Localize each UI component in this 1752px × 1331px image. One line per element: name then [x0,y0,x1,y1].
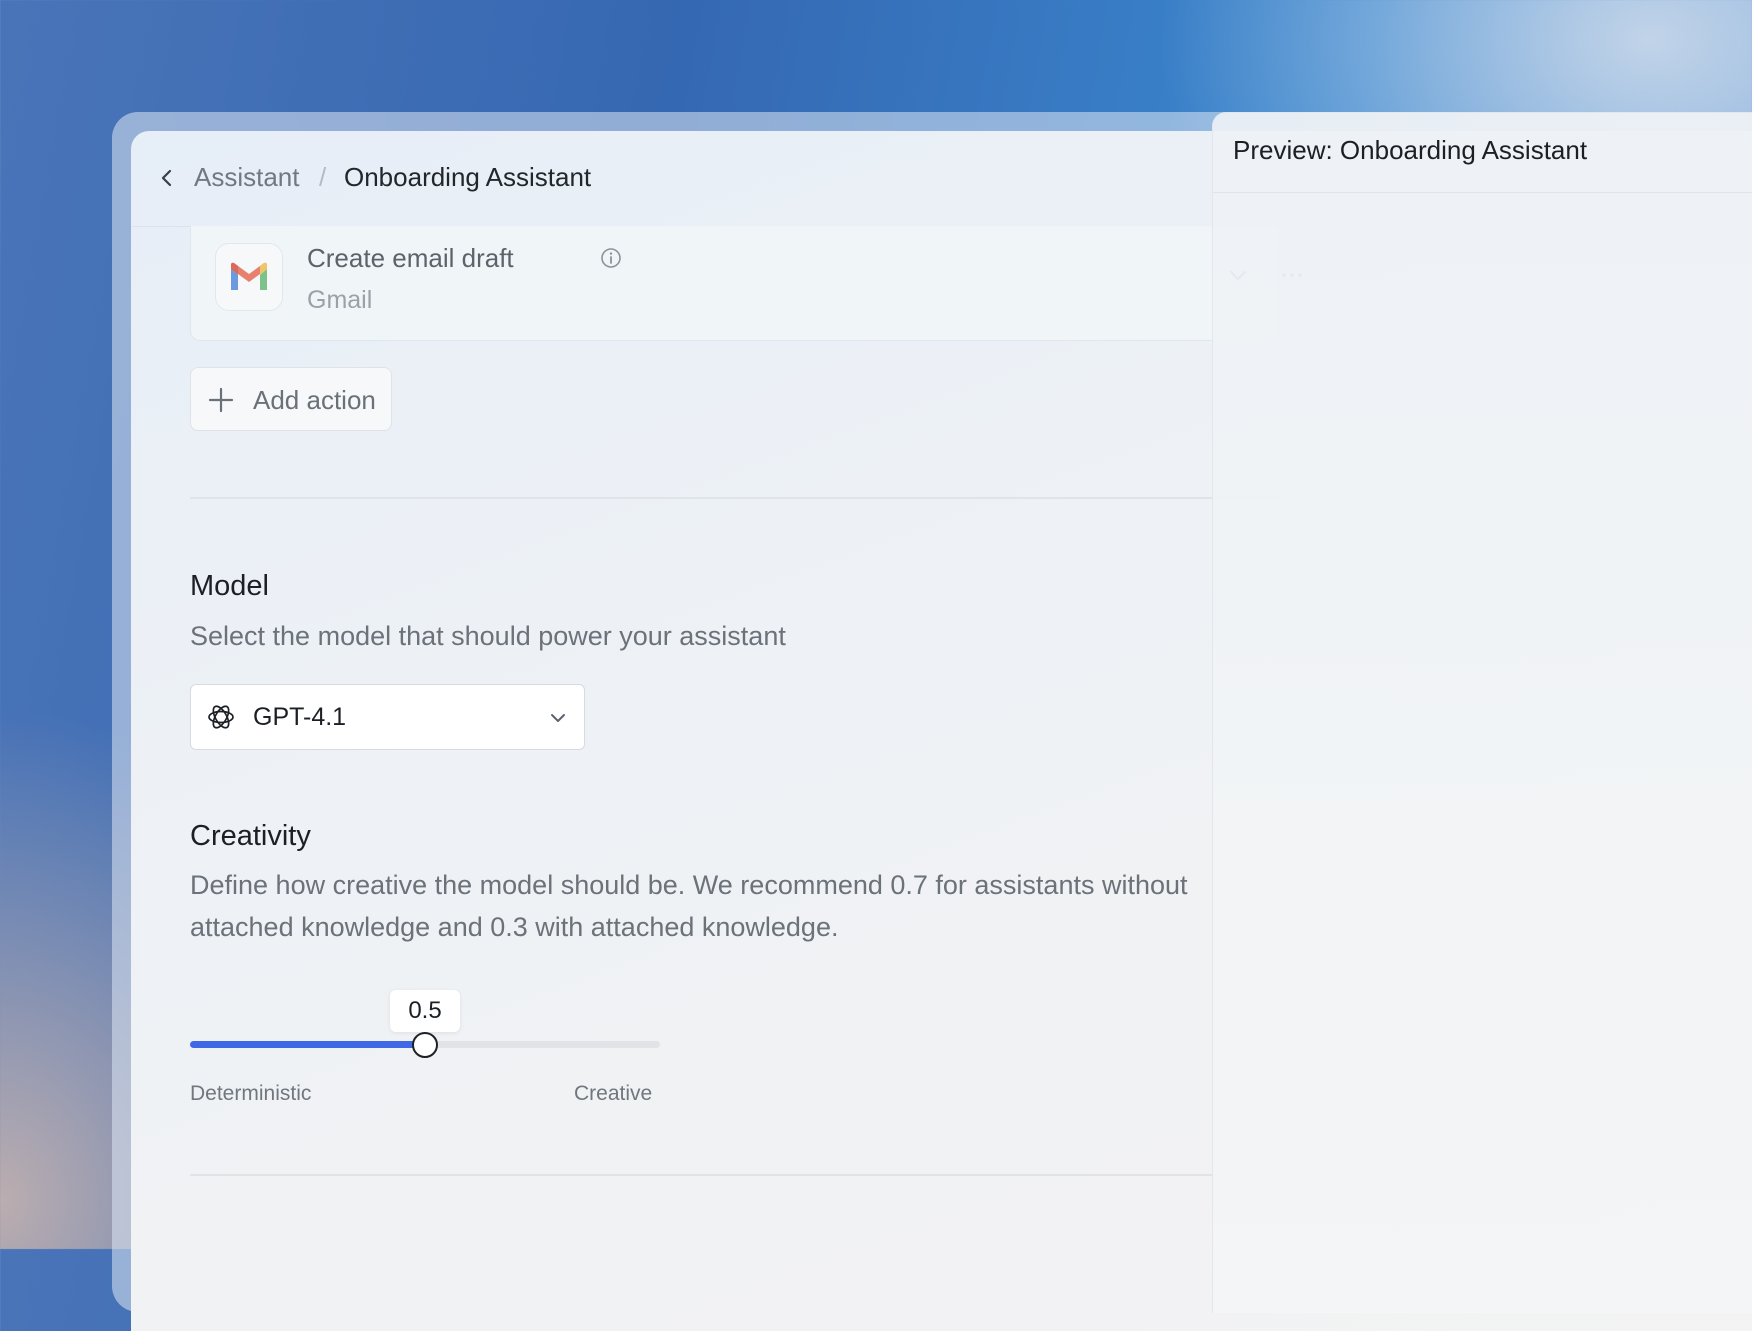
chevron-left-icon [161,169,172,187]
action-title: Create email draft [307,243,514,273]
preview-panel: Preview: Onboarding Assistant [1212,112,1752,1313]
back-button[interactable] [155,166,179,190]
openai-icon [208,705,234,729]
chevron-down-icon [551,714,565,722]
add-action-button[interactable]: Add action [190,367,392,431]
model-select-value: GPT-4.1 [253,703,347,731]
add-action-label: Add action [253,385,376,415]
slider-value-tooltip: 0.5 [390,990,460,1032]
breadcrumb-current: Onboarding Assistant [344,162,592,192]
slider-min-label: Deterministic [190,1082,312,1105]
gmail-icon [215,243,283,311]
section-divider [190,1174,1282,1176]
model-section-description: Select the model that should power your … [190,621,786,651]
model-select[interactable]: GPT-4.1 [190,684,585,750]
plus-icon [208,387,234,413]
creativity-section-description: Define how creative the model should be.… [190,870,1188,942]
slider-fill [190,1041,425,1048]
model-section-title: Model [190,570,269,602]
info-icon[interactable] [599,246,623,270]
action-card-create-email-draft[interactable]: Create email draft Gmail [190,226,1302,341]
slider-max-label: Creative [574,1082,653,1105]
section-divider [190,497,1282,499]
creativity-section-title: Creativity [190,820,311,852]
creativity-slider[interactable] [190,1031,660,1061]
breadcrumb-separator: / [319,162,327,192]
action-app-name: Gmail [307,286,373,314]
preview-header: Preview: Onboarding Assistant [1213,113,1752,193]
slider-thumb[interactable] [412,1032,438,1058]
preview-title: Preview: Onboarding Assistant [1233,135,1588,165]
breadcrumb-parent-link[interactable]: Assistant [194,162,300,193]
